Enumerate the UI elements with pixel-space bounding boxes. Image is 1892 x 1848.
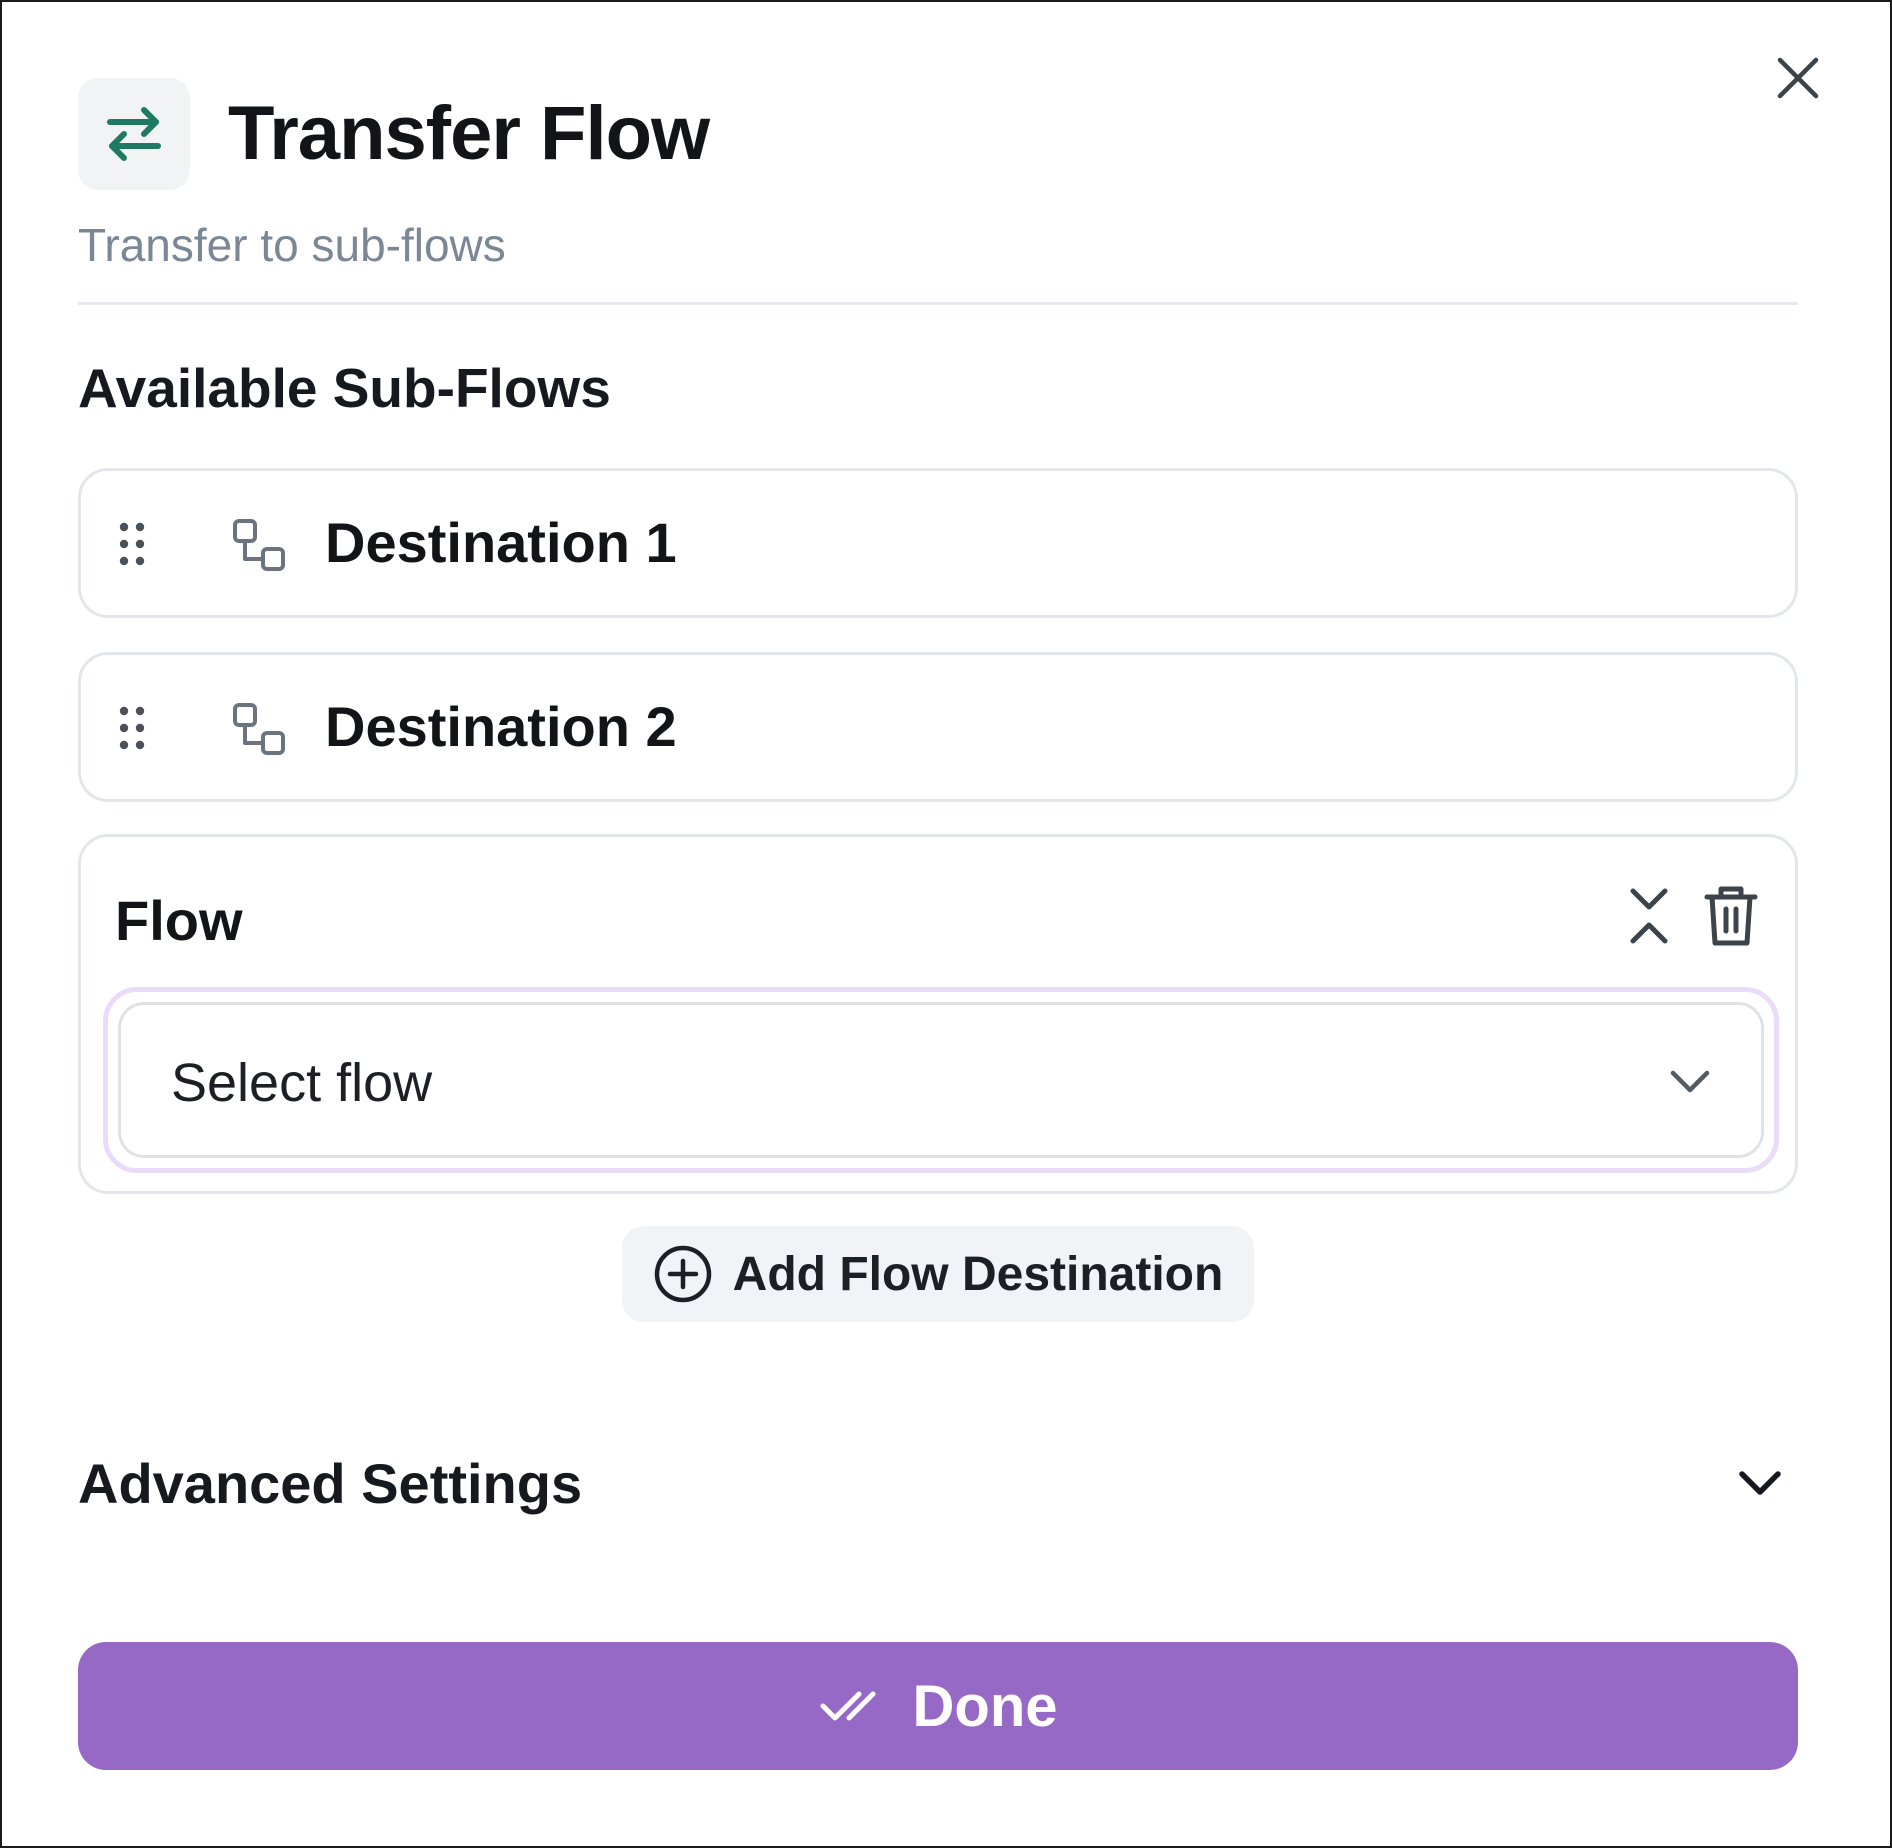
add-flow-destination-label: Add Flow Destination xyxy=(732,1247,1224,1301)
header-divider xyxy=(78,302,1798,305)
drag-handle-icon[interactable] xyxy=(117,705,147,751)
advanced-settings-toggle[interactable]: Advanced Settings xyxy=(78,1450,1798,1520)
trash-icon[interactable] xyxy=(1699,881,1763,951)
available-sub-flows-heading: Available Sub-Flows xyxy=(78,357,611,419)
add-flow-destination-button[interactable]: Add Flow Destination xyxy=(622,1226,1254,1322)
page-subtitle: Transfer to sub-flows xyxy=(78,219,506,271)
drag-handle-icon[interactable] xyxy=(117,521,147,567)
close-button[interactable] xyxy=(1772,52,1824,104)
flow-card-title: Flow xyxy=(115,889,243,952)
page-title: Transfer Flow xyxy=(228,91,710,176)
transfer-flow-panel: Transfer Flow Transfer to sub-flows Avai… xyxy=(0,0,1892,1848)
header-icon-container xyxy=(78,78,190,190)
done-button[interactable]: Done xyxy=(78,1642,1798,1770)
double-check-icon xyxy=(820,1691,875,1721)
arrows-left-right-icon xyxy=(107,107,161,161)
destination-row-2[interactable]: Destination 2 xyxy=(78,652,1798,802)
done-label: Done xyxy=(912,1673,1058,1739)
flow-nodes-icon xyxy=(233,519,285,571)
destination-row-1[interactable]: Destination 1 xyxy=(78,468,1798,618)
destination-label: Destination 2 xyxy=(325,695,677,758)
flow-nodes-icon xyxy=(233,703,285,755)
collapse-icon[interactable] xyxy=(1621,881,1677,951)
destination-label: Destination 1 xyxy=(325,511,677,574)
flow-select-value: Select flow xyxy=(171,1053,433,1113)
chevron-down-icon xyxy=(1739,1471,1781,1495)
flow-destination-card: Flow Select flow xyxy=(78,834,1798,1194)
close-icon xyxy=(1777,57,1819,99)
chevron-down-icon xyxy=(1670,1070,1710,1093)
advanced-settings-heading: Advanced Settings xyxy=(78,1452,583,1515)
plus-circle-icon xyxy=(654,1245,711,1303)
flow-select[interactable]: Select flow xyxy=(118,1002,1764,1158)
flow-select-focus-ring: Select flow xyxy=(103,987,1779,1173)
